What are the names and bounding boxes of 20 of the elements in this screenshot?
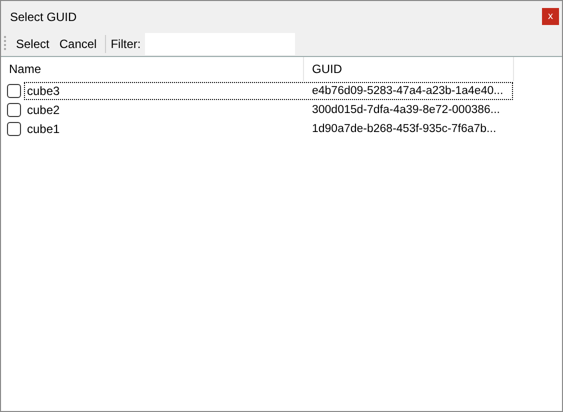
close-button[interactable]: x [542, 8, 559, 25]
column-header[interactable]: GUID [304, 57, 514, 81]
filter-label: Filter: [110, 37, 142, 51]
guid-cell-text: 300d015d-7dfa-4a39-8e72-000386... [311, 104, 501, 116]
toolbar-button[interactable]: Cancel [54, 35, 102, 53]
checkbox[interactable] [7, 102, 21, 116]
filter-field[interactable] [144, 33, 295, 55]
name-cell-text: cube2 [26, 102, 61, 116]
list-row[interactable]: cube3 e4b76d09-5283-47a4-a23b-1a4e40... [24, 82, 513, 100]
toolbar-button[interactable]: Select [11, 35, 54, 53]
name-cell-text: cube1 [26, 122, 61, 136]
checkbox[interactable] [7, 84, 21, 98]
column-header[interactable]: Name [1, 57, 304, 81]
guid-cell-text: 1d90a7de-b268-453f-935c-7f6a7b... [311, 122, 498, 134]
checkbox[interactable] [7, 122, 21, 136]
window-title: Select GUID [10, 10, 77, 24]
guid-cell-text: e4b76d09-5283-47a4-a23b-1a4e40... [311, 84, 504, 96]
list-row[interactable]: cube2 300d015d-7dfa-4a39-8e72-000386... [24, 100, 513, 118]
name-cell-text: cube3 [26, 84, 61, 98]
list-row[interactable]: cube1 1d90a7de-b268-453f-935c-7f6a7b... [24, 120, 513, 138]
